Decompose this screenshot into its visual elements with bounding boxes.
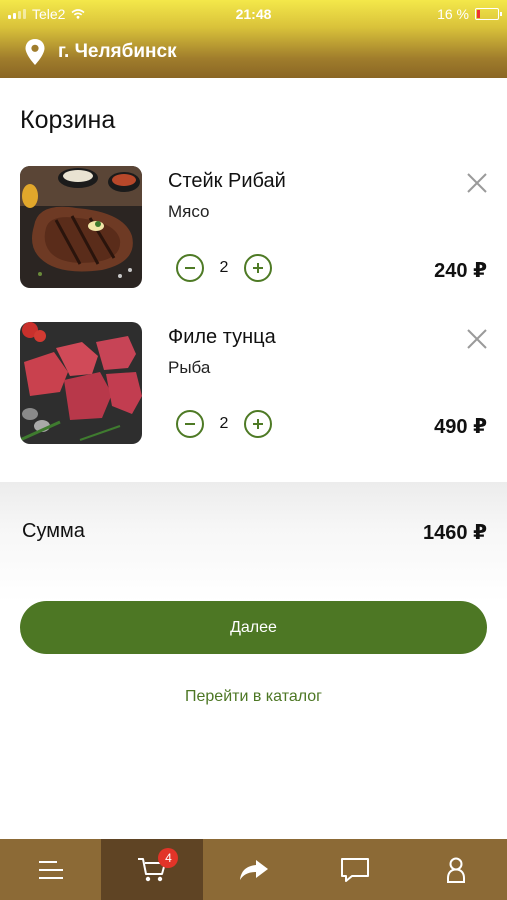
quantity-value: 2: [219, 415, 229, 432]
tab-chat[interactable]: [304, 839, 405, 900]
tab-menu[interactable]: [0, 839, 101, 900]
minus-icon: [185, 423, 195, 425]
product-name: Стейк Рибай: [168, 170, 286, 192]
tab-share[interactable]: [203, 839, 304, 900]
status-time: 21:48: [235, 6, 272, 22]
product-category: Рыба: [168, 358, 211, 377]
city-name: г. Челябинск: [58, 41, 177, 62]
minus-icon: [185, 267, 195, 269]
product-image-steak: [20, 166, 142, 288]
cart-item: Филе тунца Рыба 2 490 ₽: [0, 322, 507, 448]
battery-icon: [475, 8, 502, 20]
share-arrow-icon: [239, 859, 268, 880]
location-pin-icon: [25, 39, 45, 65]
product-category: Мясо: [168, 202, 210, 221]
product-price: 490 ₽: [434, 416, 487, 438]
product-image-tuna: [20, 322, 142, 444]
plus-icon: [253, 419, 263, 429]
tab-profile[interactable]: [406, 839, 507, 900]
profile-icon: [447, 857, 466, 883]
city-selector[interactable]: г. Челябинск: [24, 38, 177, 66]
remove-item-icon[interactable]: [464, 326, 490, 352]
decrease-quantity-button[interactable]: [176, 254, 204, 282]
cart-count-badge: 4: [158, 848, 179, 868]
quantity-stepper: 2: [176, 254, 272, 282]
quantity-stepper: 2: [176, 410, 272, 438]
product-name: Филе тунца: [168, 326, 276, 348]
bottom-tab-bar: 4: [0, 839, 507, 900]
battery-info: 16 %: [437, 6, 502, 22]
decrease-quantity-button[interactable]: [176, 410, 204, 438]
battery-percent: 16 %: [437, 6, 469, 22]
cart-item: Стейк Рибай Мясо 2 240 ₽: [0, 166, 507, 292]
plus-icon: [253, 263, 263, 273]
increase-quantity-button[interactable]: [244, 254, 272, 282]
page-title: Корзина: [20, 106, 116, 134]
quantity-value: 2: [219, 259, 229, 276]
status-bar: Tele2 21:48 16 %: [0, 0, 507, 28]
next-button[interactable]: Далее: [20, 601, 487, 654]
app-header: Tele2 21:48 16 % г. Челябинск: [0, 0, 507, 78]
total-value: 1460 ₽: [423, 522, 487, 544]
total-label: Сумма: [22, 520, 85, 542]
menu-icon: [38, 860, 63, 879]
product-price: 240 ₽: [434, 260, 487, 282]
increase-quantity-button[interactable]: [244, 410, 272, 438]
remove-item-icon[interactable]: [464, 170, 490, 196]
chat-icon: [340, 857, 369, 882]
tab-cart[interactable]: 4: [101, 839, 203, 900]
go-to-catalog-link[interactable]: Перейти в каталог: [0, 688, 507, 706]
